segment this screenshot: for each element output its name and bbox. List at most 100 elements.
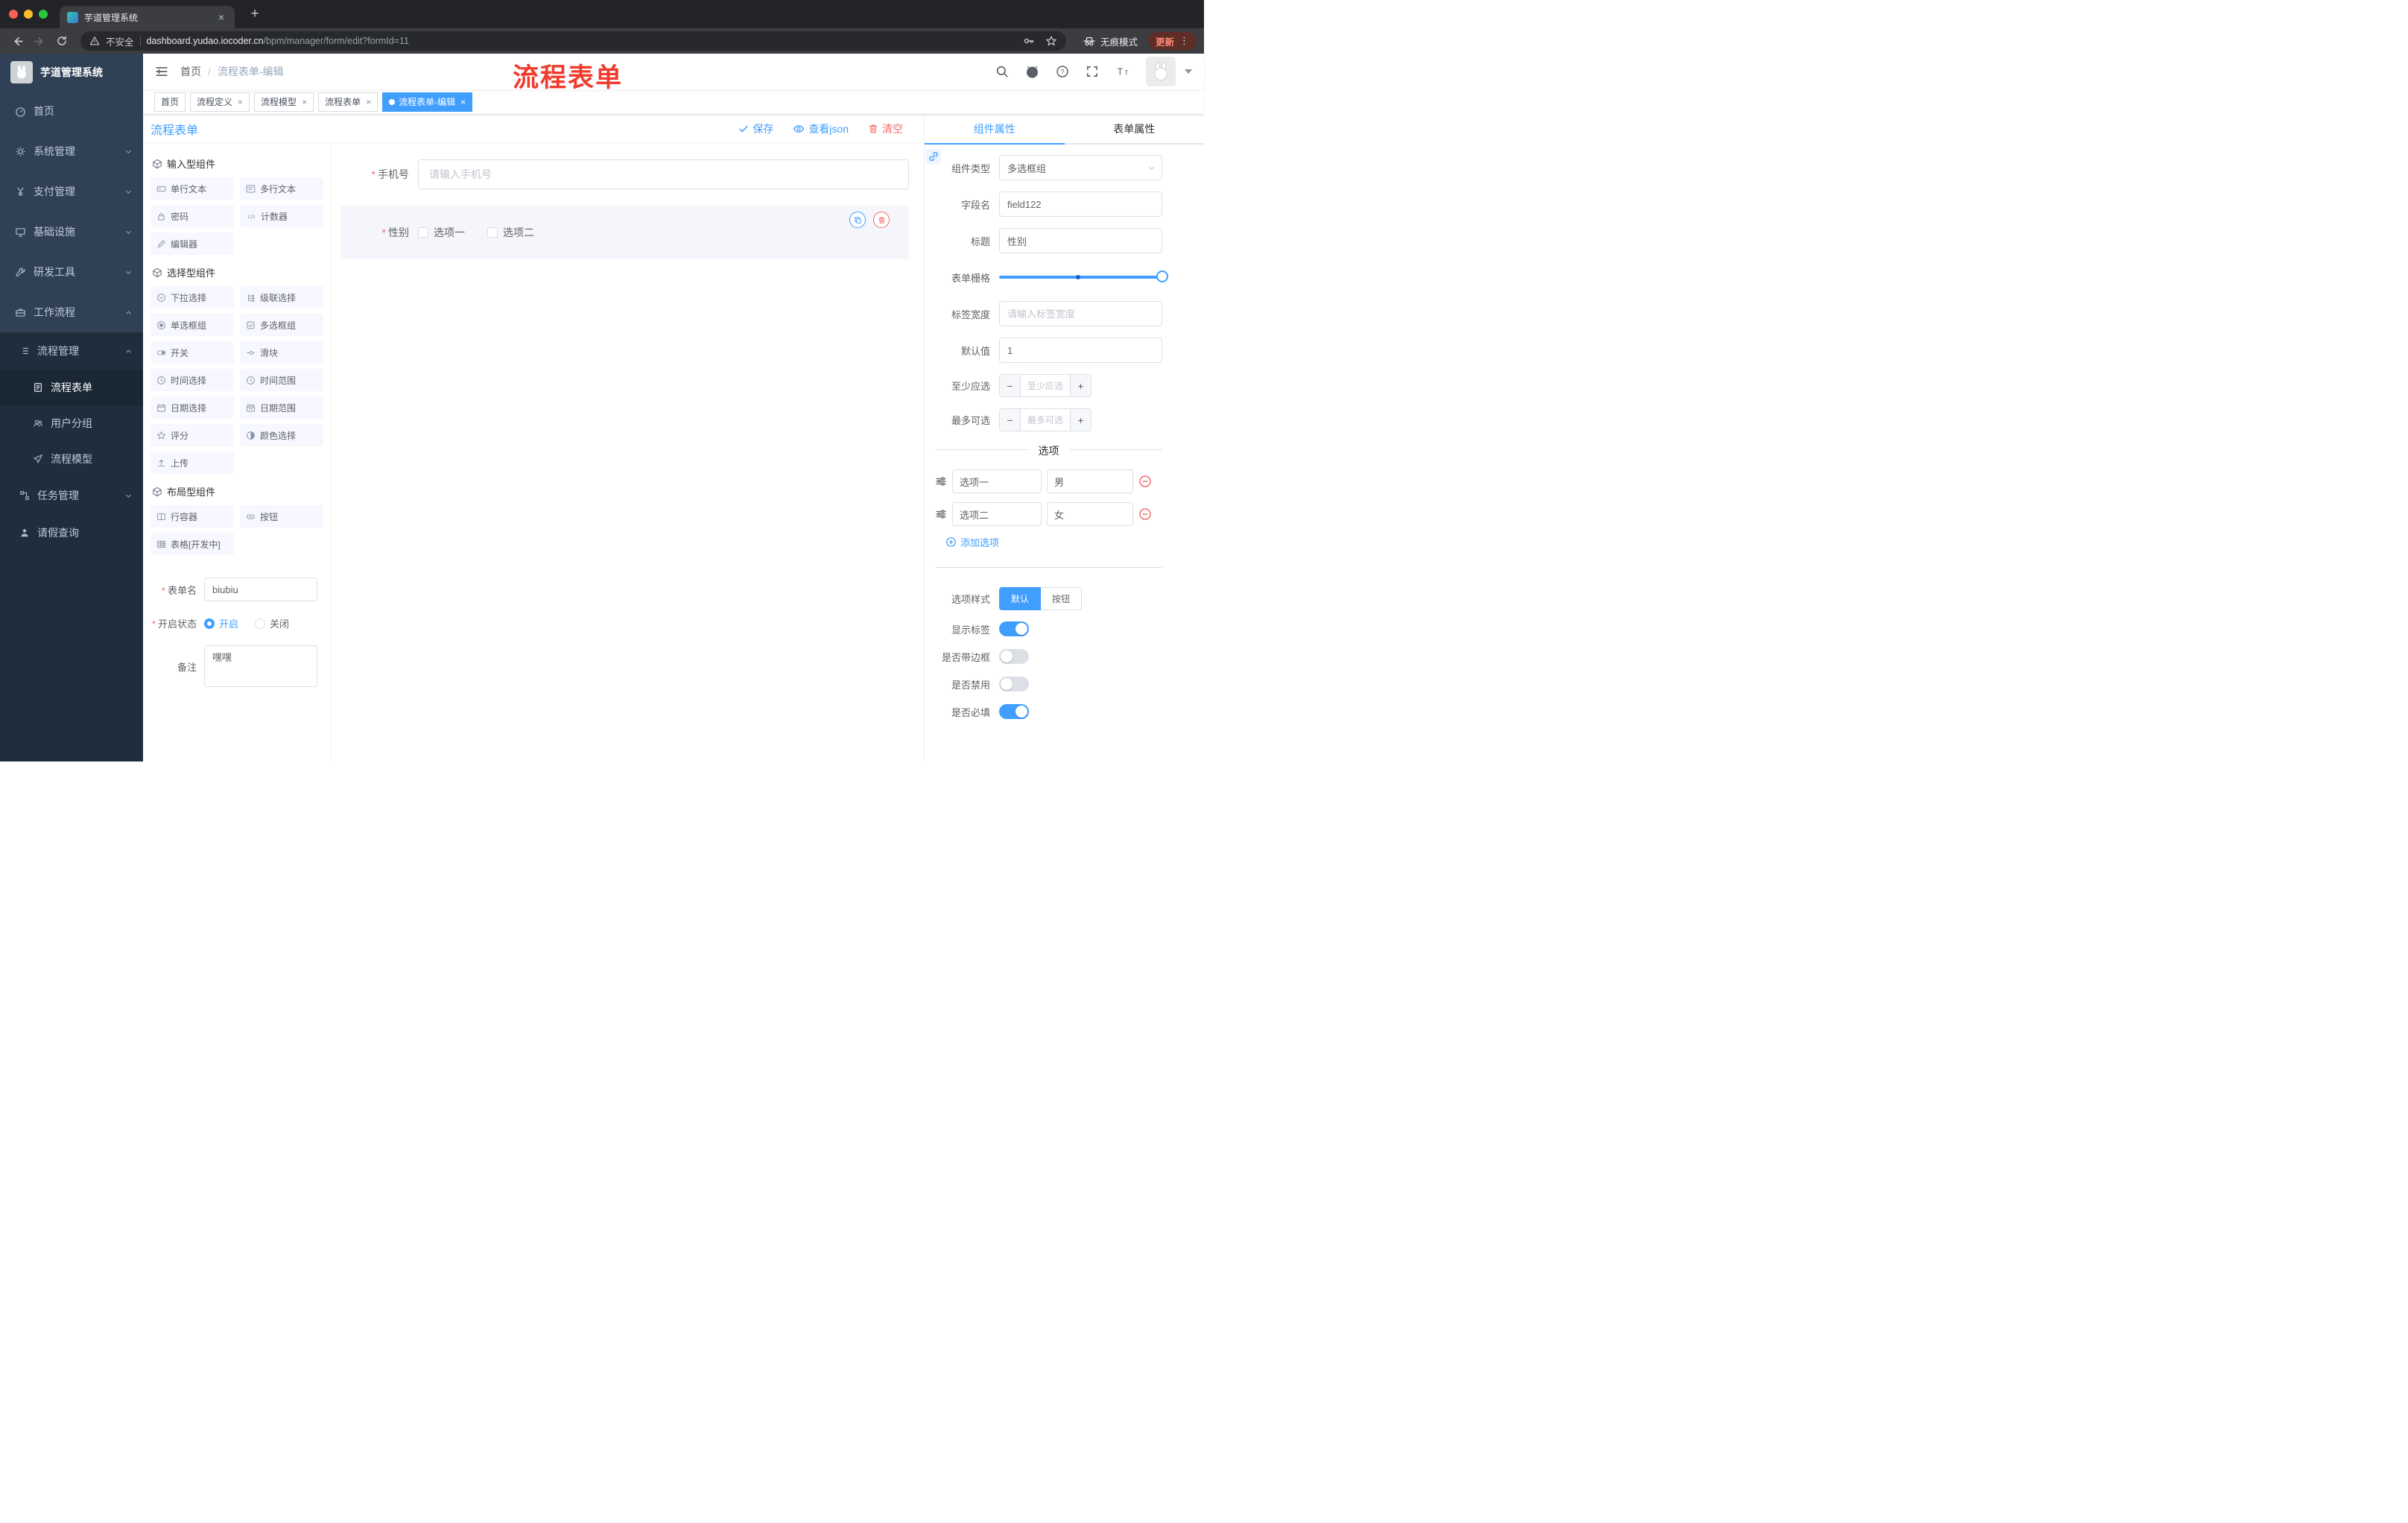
tag-close-icon[interactable]: ×: [460, 97, 466, 107]
form-remark-textarea[interactable]: 嘿嘿: [204, 645, 317, 687]
max-select-input[interactable]: [1021, 409, 1070, 431]
grid-slider[interactable]: [999, 265, 1168, 290]
github-icon[interactable]: [1025, 65, 1039, 79]
checkbox-option-two[interactable]: 选项二: [487, 225, 534, 240]
palette-item-password[interactable]: 密码: [150, 205, 234, 227]
field-name-input[interactable]: [999, 191, 1162, 217]
tab-form-props[interactable]: 表单属性: [1065, 115, 1205, 143]
gender-field-selected[interactable]: 性别 选项一 选项二: [340, 206, 909, 259]
palette-item-select[interactable]: 下拉选择: [150, 286, 234, 308]
palette-item-counter[interactable]: 123 计数器: [240, 205, 323, 227]
plus-button[interactable]: +: [1070, 375, 1091, 396]
password-key-icon[interactable]: [1023, 35, 1035, 47]
user-avatar[interactable]: [1146, 57, 1176, 86]
sidebar-item-process-mgmt[interactable]: 流程管理: [0, 332, 143, 370]
help-icon[interactable]: ?: [1056, 65, 1069, 78]
window-close-button[interactable]: [9, 10, 18, 19]
window-minimize-button[interactable]: [24, 10, 33, 19]
sidebar-item-infra[interactable]: 基础设施: [0, 212, 143, 252]
palette-item-slider[interactable]: 滑块: [240, 341, 323, 364]
clear-button[interactable]: 清空: [868, 121, 903, 136]
title-input[interactable]: [999, 228, 1162, 253]
tag-close-icon[interactable]: ×: [302, 97, 307, 107]
palette-item-cascader[interactable]: 级联选择: [240, 286, 323, 308]
palette-item-radio-group[interactable]: 单选框组: [150, 314, 234, 336]
palette-item-upload[interactable]: 上传: [150, 452, 234, 474]
forward-button[interactable]: [30, 31, 49, 51]
browser-menu-icon[interactable]: ⋮: [1179, 35, 1189, 47]
border-switch[interactable]: [999, 649, 1029, 664]
checkbox-box[interactable]: [418, 227, 428, 238]
view-json-button[interactable]: 查看json: [793, 121, 849, 136]
label-width-input[interactable]: [999, 301, 1162, 326]
style-button-button[interactable]: 按钮: [1041, 587, 1083, 610]
breadcrumb-home[interactable]: 首页: [180, 64, 201, 79]
palette-item-button[interactable]: 按钮: [240, 505, 323, 528]
back-button[interactable]: [7, 31, 27, 51]
palette-item-single-text[interactable]: 单行文本: [150, 177, 234, 200]
sidebar-item-leave-query[interactable]: 请假查询: [0, 514, 143, 551]
sidebar-item-user-group[interactable]: 用户分组: [0, 405, 143, 441]
component-type-select[interactable]: 多选框组: [999, 155, 1162, 180]
address-bar[interactable]: 不安全 dashboard.yudao.iocoder.cn/bpm/manag…: [80, 31, 1066, 51]
drag-handle-icon[interactable]: [935, 475, 947, 487]
palette-item-time-picker[interactable]: 时间选择: [150, 369, 234, 391]
font-size-icon[interactable]: TT: [1115, 65, 1129, 78]
default-value-input[interactable]: [999, 338, 1162, 363]
show-label-switch[interactable]: [999, 621, 1029, 636]
tag-process-form[interactable]: 流程表单 ×: [318, 92, 378, 112]
window-zoom-button[interactable]: [39, 10, 48, 19]
tag-home[interactable]: 首页: [154, 92, 186, 112]
palette-item-switch[interactable]: 开关: [150, 341, 234, 364]
sidebar-item-task-mgmt[interactable]: 任务管理: [0, 477, 143, 514]
bookmark-star-icon[interactable]: [1045, 35, 1057, 47]
minus-button[interactable]: −: [1000, 375, 1021, 396]
new-tab-button[interactable]: +: [245, 6, 264, 22]
sidebar-logo[interactable]: 芋道管理系统: [0, 54, 143, 91]
minus-button[interactable]: −: [1000, 409, 1021, 431]
disabled-switch[interactable]: [999, 677, 1029, 691]
checkbox-box[interactable]: [487, 227, 498, 238]
sidebar-item-home[interactable]: 首页: [0, 91, 143, 131]
tag-process-definition[interactable]: 流程定义 ×: [190, 92, 250, 112]
option-value-input[interactable]: [1047, 469, 1133, 493]
slider-track[interactable]: [999, 270, 1168, 282]
option-name-input[interactable]: [952, 502, 1042, 526]
drag-handle-icon[interactable]: [935, 508, 947, 520]
save-button[interactable]: 保存: [738, 121, 773, 136]
sidebar-item-devtools[interactable]: 研发工具: [0, 252, 143, 292]
min-select-input[interactable]: [1021, 375, 1070, 396]
option-value-input[interactable]: [1047, 502, 1133, 526]
security-warning-icon[interactable]: [89, 36, 100, 46]
palette-item-color-picker[interactable]: 颜色选择: [240, 424, 323, 446]
palette-item-checkbox-group[interactable]: 多选框组: [240, 314, 323, 336]
avatar-dropdown-caret[interactable]: [1185, 69, 1192, 74]
reload-button[interactable]: [52, 31, 72, 51]
tag-close-icon[interactable]: ×: [238, 97, 243, 107]
palette-item-row-container[interactable]: 行容器: [150, 505, 234, 528]
required-switch[interactable]: [999, 704, 1029, 719]
palette-item-date-picker[interactable]: 日期选择: [150, 396, 234, 419]
hamburger-icon[interactable]: [155, 65, 168, 78]
palette-item-editor[interactable]: 编辑器: [150, 232, 234, 255]
palette-item-rate[interactable]: 评分: [150, 424, 234, 446]
radio-closed[interactable]: 关闭: [255, 616, 289, 630]
tag-close-icon[interactable]: ×: [366, 97, 371, 107]
sidebar-item-system[interactable]: 系统管理: [0, 131, 143, 171]
sidebar-item-payment[interactable]: 支付管理: [0, 171, 143, 212]
remove-option-icon[interactable]: [1138, 475, 1152, 488]
link-icon[interactable]: [926, 149, 941, 164]
palette-item-multiline-text[interactable]: 多行文本: [240, 177, 323, 200]
browser-tab[interactable]: 芋道管理系统 ×: [60, 6, 235, 28]
fullscreen-icon[interactable]: [1086, 65, 1099, 78]
slider-handle[interactable]: [1156, 270, 1168, 282]
tab-component-props[interactable]: 组件属性: [925, 115, 1065, 145]
delete-component-button[interactable]: [873, 212, 890, 228]
remove-option-icon[interactable]: [1138, 507, 1152, 521]
phone-input[interactable]: [418, 159, 909, 189]
tag-process-model[interactable]: 流程模型 ×: [254, 92, 314, 112]
palette-item-date-range[interactable]: 日期范围: [240, 396, 323, 419]
form-name-input[interactable]: [204, 577, 317, 601]
search-icon[interactable]: [995, 65, 1009, 78]
sidebar-item-process-form[interactable]: 流程表单: [0, 370, 143, 405]
